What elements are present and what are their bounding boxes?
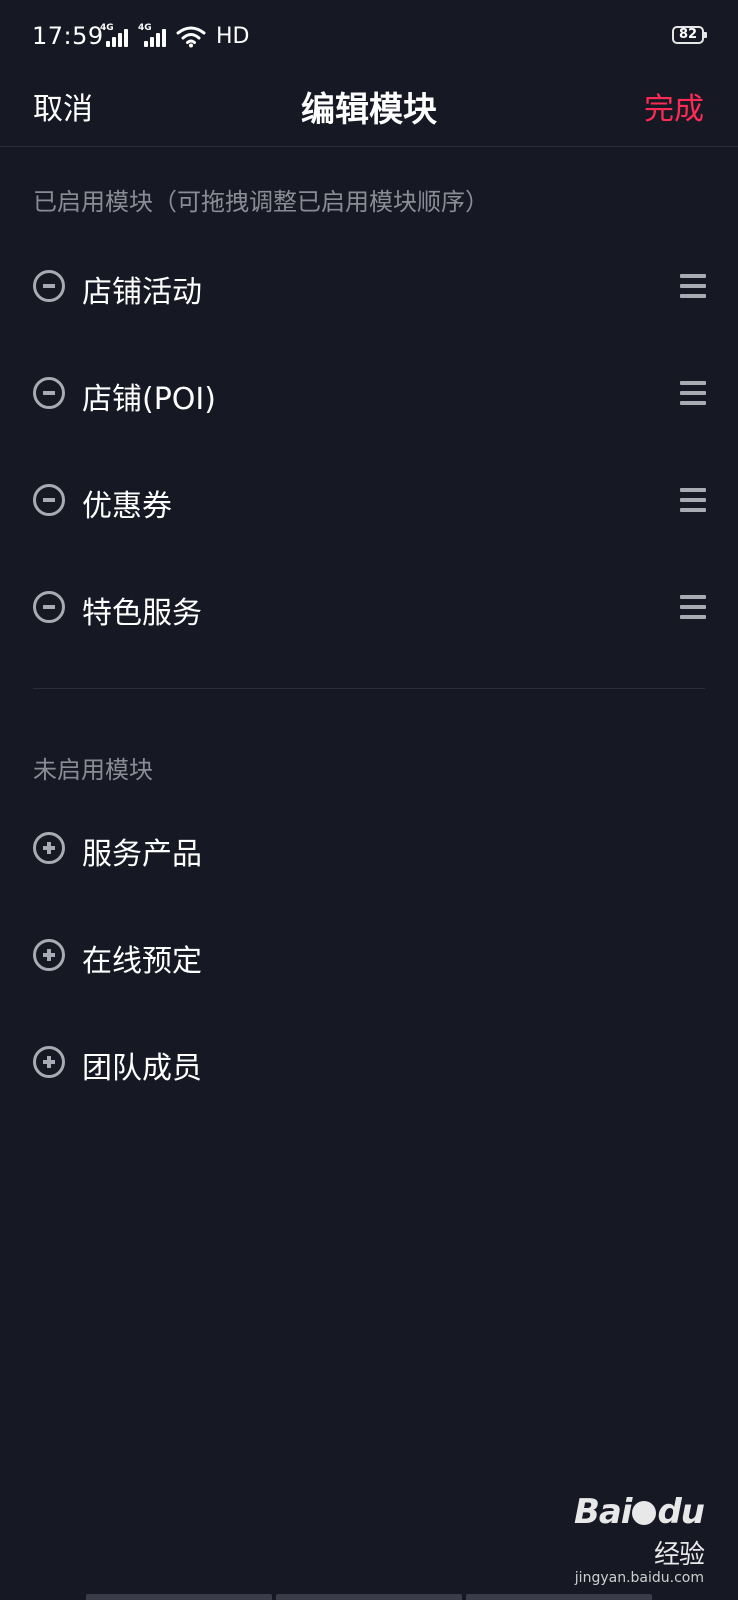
enabled-section-title: 已启用模块（可拖拽调整已启用模块顺序） xyxy=(33,188,489,216)
done-button[interactable]: 完成 xyxy=(644,84,704,128)
enabled-module-item: 优惠券 xyxy=(0,451,738,555)
enabled-module-item: 特色服务 xyxy=(0,558,738,662)
status-time: 17:59 xyxy=(32,22,104,50)
minus-circle-icon[interactable] xyxy=(33,270,65,302)
disabled-section-title: 未启用模块 xyxy=(33,756,153,784)
plus-circle-icon[interactable] xyxy=(33,939,65,971)
battery-icon: 82 xyxy=(672,26,707,44)
enabled-module-item: 店铺(POI) xyxy=(0,344,738,448)
module-label: 店铺活动 xyxy=(82,275,202,310)
module-label: 优惠券 xyxy=(82,489,172,524)
plus-circle-icon[interactable] xyxy=(33,832,65,864)
drag-handle-icon[interactable] xyxy=(680,594,706,620)
drag-handle-icon[interactable] xyxy=(680,273,706,299)
drag-handle-icon[interactable] xyxy=(680,487,706,513)
section-divider xyxy=(33,688,705,689)
page-title: 编辑模块 xyxy=(301,90,437,130)
enabled-module-item: 店铺活动 xyxy=(0,237,738,341)
baidu-logo: Bai du经验 xyxy=(573,1492,705,1570)
minus-circle-icon[interactable] xyxy=(33,484,65,516)
disabled-module-item: 服务产品 xyxy=(0,799,738,903)
minus-circle-icon[interactable] xyxy=(33,377,65,409)
baidu-jingyan-watermark: Bai du经验 jingyan.baidu.com xyxy=(554,1492,705,1586)
module-label: 特色服务 xyxy=(82,596,202,631)
disabled-module-item: 团队成员 xyxy=(0,1013,738,1117)
cellular-signal-icon: 4G xyxy=(100,23,130,49)
drag-handle-icon[interactable] xyxy=(680,380,706,406)
module-label: 团队成员 xyxy=(82,1051,202,1086)
disabled-module-item: 在线预定 xyxy=(0,906,738,1010)
header-bar: 取消 编辑模块 完成 xyxy=(0,72,738,147)
minus-circle-icon[interactable] xyxy=(33,591,65,623)
module-label: 在线预定 xyxy=(82,944,202,979)
status-bar: 17:59 4G 4G HD 82 xyxy=(0,0,738,72)
status-icons: 4G 4G HD xyxy=(100,22,249,50)
plus-circle-icon[interactable] xyxy=(33,1046,65,1078)
watermark-url: jingyan.baidu.com xyxy=(574,1570,704,1586)
module-label: 服务产品 xyxy=(82,837,202,872)
hd-voice-indicator: HD xyxy=(216,23,250,49)
cellular-signal-icon: 4G xyxy=(138,23,168,49)
paw-icon xyxy=(632,1501,657,1525)
wifi-icon xyxy=(176,26,206,48)
module-label: 店铺(POI) xyxy=(82,382,216,417)
bottom-edge-bars xyxy=(86,1594,652,1600)
